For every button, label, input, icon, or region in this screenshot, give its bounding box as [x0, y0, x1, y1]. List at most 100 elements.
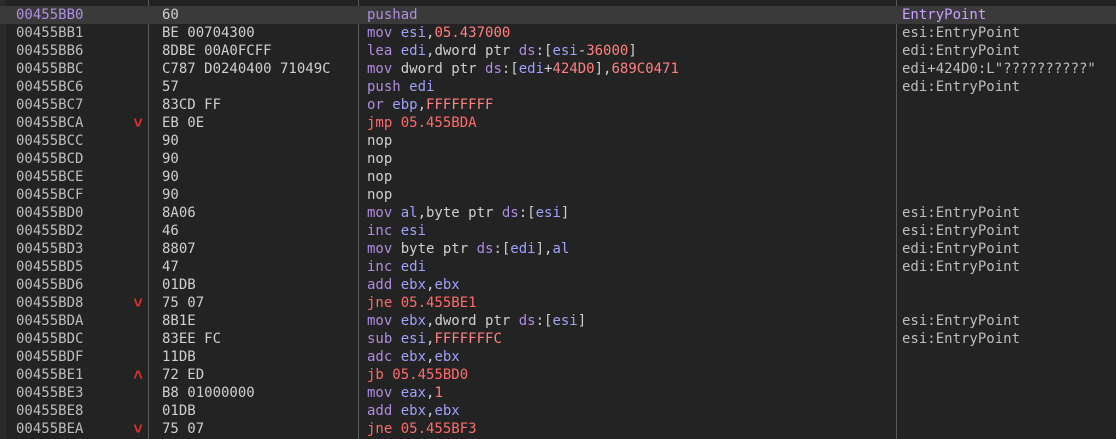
address-cell: 00455BC7: [16, 97, 84, 113]
asm-token: ebx: [434, 403, 460, 419]
comment-cell: [902, 186, 1116, 204]
asm-token: edi: [400, 43, 427, 59]
address-cell: 00455BE8: [16, 403, 84, 419]
disassembly-view[interactable]: 00455BB0 60 pushad EntryPoint 00455BB1 BE 007…: [0, 0, 1116, 439]
bytes-cell: C787 D0240400 71049C: [162, 61, 331, 77]
asm-token: inc: [367, 223, 401, 239]
asm-token: :[: [535, 43, 553, 59]
asm-token: esi: [400, 223, 427, 239]
asm-token: :[: [535, 313, 553, 329]
address-cell: 00455BB0: [16, 7, 84, 23]
address-cell: 00455BB1: [16, 25, 84, 41]
asm-token: ]: [560, 205, 570, 221]
asm-token: mov: [367, 385, 401, 401]
bytes-cell: EB 0E: [162, 115, 205, 131]
asm-token: 05.455BF3: [400, 421, 477, 437]
comment-cell: [902, 168, 1116, 186]
asm-token: or: [367, 97, 393, 113]
asm-token: ebx: [434, 349, 460, 365]
instruction-row[interactable]: 00455BBC C787 D0240400 71049C mov dword pt…: [0, 60, 1116, 78]
instruction-row[interactable]: 00455BD6 01DB add ebx,ebx: [0, 276, 1116, 294]
instruction-row[interactable]: 00455BD8 ˅ 75 07 jne 05.455BE1: [0, 294, 1116, 312]
instruction-row[interactable]: 00455BC7 83CD FF or ebp,FFFFFFFF: [0, 96, 1116, 114]
bytes-cell: 75 07: [162, 421, 205, 437]
instruction-row[interactable]: 00455BB6 8DBE 00A0FCFF lea edi,dword ptr d…: [0, 42, 1116, 60]
instruction-row[interactable]: 00455BD2 46 inc esi esi:EntryPoint: [0, 222, 1116, 240]
instruction-row[interactable]: 00455BCF 90 nop: [0, 186, 1116, 204]
instruction-row[interactable]: 00455BD0 8A06 mov al,byte ptr ds:[esi] esi:…: [0, 204, 1116, 222]
address-cell: 00455BD6: [16, 277, 84, 293]
bytes-cell: 01DB: [162, 403, 196, 419]
instruction-row[interactable]: 00455BB0 60 pushad EntryPoint: [0, 6, 1116, 24]
instruction-row[interactable]: 00455BE8 01DB add ebx,ebx: [0, 402, 1116, 420]
instruction-row[interactable]: 00455BC6 57 push edi edi:EntryPoint: [0, 78, 1116, 96]
address-cell: 00455BDF: [16, 349, 84, 365]
asm-token: edi: [400, 259, 427, 275]
asm-token: al: [400, 205, 418, 221]
instruction-cell: mov al,byte ptr ds:[esi]: [367, 204, 895, 222]
address-cell: 00455BD2: [16, 223, 84, 239]
asm-token: push: [367, 79, 410, 95]
instruction-row[interactable]: 00455BD3 8807 mov byte ptr ds:[edi],al edi:…: [0, 240, 1116, 258]
asm-token: dword ptr: [400, 61, 486, 77]
instruction-row[interactable]: 00455BDF 11DB adc ebx,ebx: [0, 348, 1116, 366]
asm-token: ,byte ptr: [417, 205, 502, 221]
instruction-row[interactable]: 00455BCE 90 nop: [0, 168, 1116, 186]
instruction-row[interactable]: 00455BCA ˅ EB 0E jmp 05.455BDA: [0, 114, 1116, 132]
instruction-row[interactable]: 00455BE1 ˄ 72 ED jb 05.455BD0: [0, 366, 1116, 384]
comment-cell: esi:EntryPoint: [902, 205, 1021, 221]
instruction-row[interactable]: 00455BCD 90 nop: [0, 150, 1116, 168]
asm-token: nop: [367, 133, 393, 149]
comment-cell: [902, 420, 1116, 438]
instruction-cell: push edi: [367, 78, 895, 96]
asm-token: esi: [552, 43, 578, 59]
asm-token: ]: [628, 43, 637, 59]
instruction-cell: mov ebx,dword ptr ds:[esi]: [367, 312, 895, 330]
bytes-cell: 11DB: [162, 349, 196, 365]
jump-down-arrow-icon: ˅: [133, 114, 143, 132]
bytes-cell: 46: [162, 223, 179, 239]
address-cell: 00455BEA: [16, 421, 84, 437]
asm-token: 36000: [586, 43, 629, 59]
instruction-row[interactable]: 00455BCC 90 nop: [0, 132, 1116, 150]
instruction-cell: jne 05.455BE1: [367, 294, 895, 312]
comment-cell: [902, 276, 1116, 294]
asm-token: sub: [367, 331, 401, 347]
instruction-cell: inc esi: [367, 222, 895, 240]
asm-token: edi: [510, 241, 536, 257]
instruction-cell: pushad: [367, 6, 895, 24]
bytes-cell: 83CD FF: [162, 97, 222, 113]
bytes-cell: BE 00704300: [162, 25, 255, 41]
bytes-cell: 72 ED: [162, 367, 205, 383]
instruction-cell: sub esi,FFFFFFFC: [367, 330, 895, 348]
comment-cell: esi:EntryPoint: [902, 331, 1021, 347]
asm-token: ebx: [400, 349, 427, 365]
address-cell: 00455BE1: [16, 367, 84, 383]
asm-token: 689C0471: [611, 61, 679, 77]
asm-token: ebp: [392, 97, 418, 113]
instruction-row[interactable]: 00455BDC 83EE FC sub esi,FFFFFFFC esi:Entry…: [0, 330, 1116, 348]
asm-token: ,: [417, 97, 427, 113]
instruction-cell: jb 05.455BD0: [367, 366, 895, 384]
instruction-row[interactable]: 00455BDA 8B1E mov ebx,dword ptr ds:[esi] es…: [0, 312, 1116, 330]
address-cell: 00455BDA: [16, 313, 84, 329]
comment-cell: [902, 348, 1116, 366]
address-cell: 00455BD8: [16, 295, 84, 311]
instruction-cell: nop: [367, 186, 895, 204]
asm-token: add: [367, 403, 401, 419]
instruction-row[interactable]: 00455BD5 47 inc edi edi:EntryPoint: [0, 258, 1116, 276]
instruction-row[interactable]: 00455BE3 B8 01000000 mov eax,1: [0, 384, 1116, 402]
asm-token: esi: [400, 331, 427, 347]
instruction-row[interactable]: 00455BEA ˅ 75 07 jne 05.455BF3: [0, 420, 1116, 438]
asm-token: edi: [518, 61, 545, 77]
address-cell: 00455BDC: [16, 331, 84, 347]
asm-token: jne: [367, 295, 401, 311]
asm-token: nop: [367, 169, 393, 185]
bytes-cell: 8B1E: [162, 313, 196, 329]
address-cell: 00455BCF: [16, 187, 84, 203]
asm-token: pushad: [367, 7, 418, 23]
asm-token: esi: [552, 313, 578, 329]
instruction-row[interactable]: 00455BB1 BE 00704300 mov esi,05.437000 esi:…: [0, 24, 1116, 42]
asm-token: nop: [367, 187, 393, 203]
asm-token: edi: [409, 79, 435, 95]
